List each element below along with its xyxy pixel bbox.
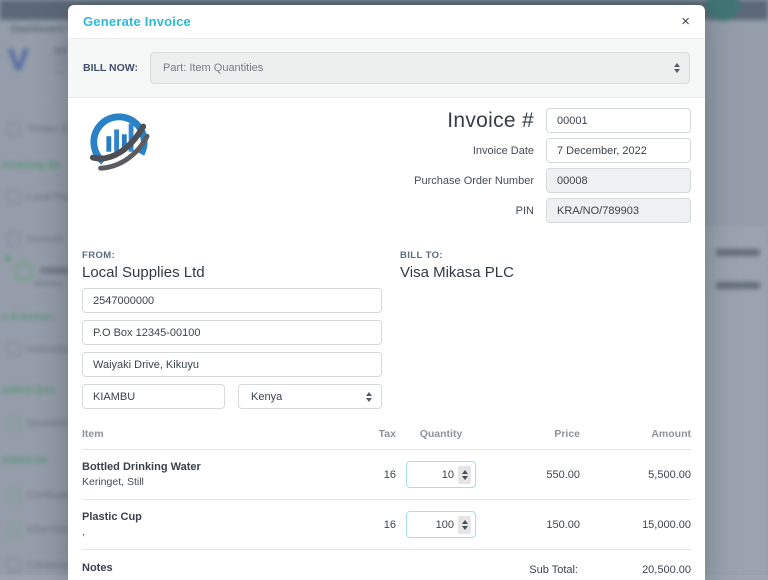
item-amount: 15,000.00 [580,519,691,531]
table-row: Bottled Drinking Water Keringet, Still 1… [82,450,691,500]
company-chart-logo-icon [88,112,150,174]
from-phone-input[interactable] [82,288,382,313]
modal-footer-section: Notes Sub Total: 20,500.00 Tax: 3,280.00… [82,562,691,580]
table-header-row: Item Tax Quantity Price Amount [82,423,691,450]
invoice-items-table: Item Tax Quantity Price Amount Bottled D… [82,423,691,550]
item-tax: 16 [321,519,396,531]
col-header-item: Item [82,428,321,440]
bill-now-label: BILL NOW: [83,62,138,74]
quantity-value[interactable]: 100 [411,519,458,531]
item-description: , [82,526,321,538]
modal-header: Generate Invoice × [68,5,705,39]
from-pobox-input[interactable] [82,320,382,345]
col-header-quantity: Quantity [396,428,486,440]
notes-section: Notes [82,562,382,580]
from-label: FROM: [82,250,382,261]
quantity-value[interactable]: 10 [411,469,458,481]
bill-to-label: BILL TO: [400,250,514,261]
invoice-number-label: Invoice # [346,109,546,133]
purchase-order-input [546,168,691,193]
purchase-order-label: Purchase Order Number [346,175,546,187]
col-header-amount: Amount [580,428,691,440]
country-selected-option: Kenya [251,391,282,403]
pin-row: PIN [346,198,691,223]
from-section: FROM: Local Supplies Ltd Kenya [82,250,382,409]
item-amount: 5,500.00 [580,469,691,481]
bill-to-company-name: Visa Mikasa PLC [400,264,514,281]
col-header-tax: Tax [321,428,396,440]
item-tax: 16 [321,469,396,481]
from-company-name: Local Supplies Ltd [82,264,382,281]
invoice-number-input[interactable] [546,108,691,133]
modal-body: Invoice # Invoice Date Purchase Order Nu… [68,98,705,580]
from-location-row: Kenya [82,384,382,409]
invoice-date-label: Invoice Date [346,145,546,157]
bill-now-bar: BILL NOW: Part: Item Quantities [68,39,705,98]
bill-to-section: BILL TO: Visa Mikasa PLC [400,250,514,409]
modal-title: Generate Invoice [83,14,191,29]
select-updown-icon [674,63,680,73]
parties-section: FROM: Local Supplies Ltd Kenya BILL TO: … [82,250,691,409]
quantity-stepper[interactable]: 100 [406,511,476,538]
invoice-date-input[interactable] [546,138,691,163]
invoice-number-row: Invoice # [346,108,691,133]
invoice-date-row: Invoice Date [346,138,691,163]
notes-label: Notes [82,562,382,574]
invoice-header: Invoice # Invoice Date Purchase Order Nu… [82,108,691,236]
quantity-stepper[interactable]: 10 [406,461,476,488]
item-price: 550.00 [486,469,580,481]
bill-now-selected-option: Part: Item Quantities [163,62,263,74]
col-header-price: Price [486,428,580,440]
table-row: Plastic Cup , 16 100 150.00 15,000.00 [82,500,691,550]
item-description: Keringet, Still [82,476,321,488]
subtotal-value: 20,500.00 [578,564,691,576]
spinner-updown-icon[interactable] [458,516,471,534]
from-country-select[interactable]: Kenya [238,384,382,409]
purchase-order-row: Purchase Order Number [346,168,691,193]
bill-now-select[interactable]: Part: Item Quantities [150,52,690,84]
pin-label: PIN [346,205,546,217]
pin-input [546,198,691,223]
from-county-input[interactable] [82,384,225,409]
item-name: Plastic Cup [82,511,321,523]
from-street-input[interactable] [82,352,382,377]
item-price: 150.00 [486,519,580,531]
totals-section: Sub Total: 20,500.00 Tax: 3,280.00 Amoun… [382,562,691,580]
item-name: Bottled Drinking Water [82,461,321,473]
close-icon[interactable]: × [681,14,690,29]
select-updown-icon [366,392,372,402]
invoice-fields: Invoice # Invoice Date Purchase Order Nu… [346,108,691,223]
subtotal-label: Sub Total: [529,564,578,576]
spinner-updown-icon[interactable] [458,466,471,484]
generate-invoice-modal: Generate Invoice × BILL NOW: Part: Item … [68,5,705,580]
subtotal-row: Sub Total: 20,500.00 [382,564,691,576]
